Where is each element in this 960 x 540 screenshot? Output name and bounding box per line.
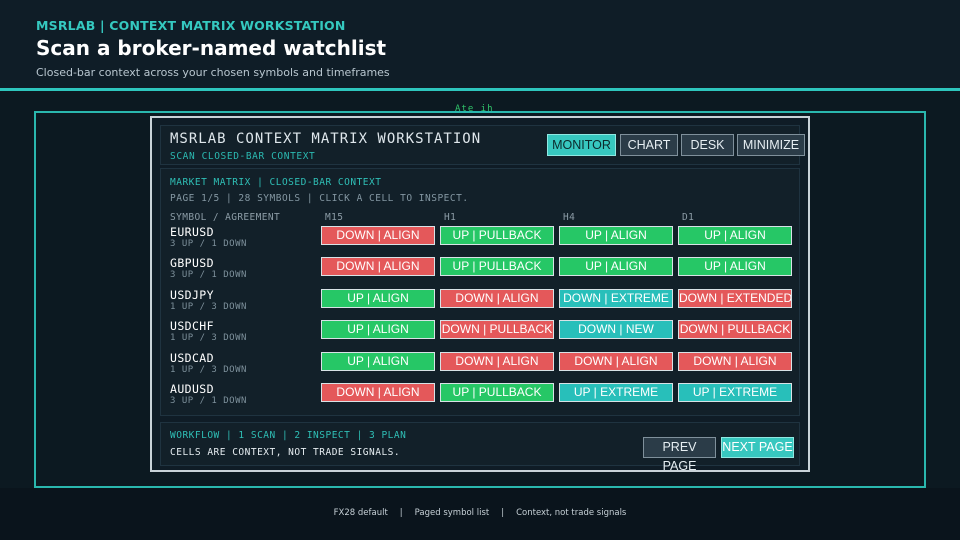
symbol-name: GBPUSD	[170, 256, 214, 271]
matrix-cell[interactable]: UP | ALIGN	[321, 288, 435, 308]
column-header-h1: H1	[444, 212, 457, 223]
matrix-cell[interactable]: UP | PULLBACK	[440, 383, 554, 402]
column-header-m15: M15	[325, 212, 344, 223]
matrix-cell[interactable]: UP | ALIGN	[559, 257, 673, 277]
symbol-name: AUDUSD	[170, 382, 214, 396]
symbol-agreement: 3 UP / 1 DOWN	[170, 270, 247, 281]
matrix-cell[interactable]: DOWN | ALIGN	[321, 226, 435, 245]
caption-item: FX28 default	[333, 508, 388, 518]
desk-button[interactable]: DESK	[681, 134, 734, 156]
slide-caption: FX28 default | Paged symbol list | Context, …	[333, 508, 627, 518]
matrix-cell[interactable]: DOWN | NEW	[559, 320, 673, 340]
matrix-page-info: PAGE 1/5 | 28 SYMBOLS | CLICK A CELL TO …	[170, 193, 469, 204]
matrix-cell[interactable]: DOWN | ALIGN	[559, 351, 673, 371]
app-titlebar: MSRLAB CONTEXT MATRIX WORKSTATION SCAN C…	[160, 125, 805, 165]
symbol-agreement: 1 UP / 3 DOWN	[170, 301, 247, 312]
matrix-heading: MARKET MATRIX | CLOSED-BAR CONTEXT	[170, 177, 382, 188]
slide-subtitle: Closed-bar context across your chosen sy…	[36, 66, 390, 79]
matrix-cell[interactable]: UP | EXTREME	[559, 383, 673, 402]
caption-item: Context, not trade signals	[516, 508, 627, 518]
market-matrix-panel: MARKET MATRIX | CLOSED-BAR CONTEXT PAGE …	[160, 168, 800, 416]
app-subtitle: SCAN CLOSED-BAR CONTEXT	[170, 151, 316, 162]
symbol-agreement: 3 UP / 1 DOWN	[170, 396, 247, 406]
matrix-cell[interactable]: UP | ALIGN	[678, 257, 792, 277]
matrix-cell[interactable]: UP | ALIGN	[559, 226, 673, 245]
caption-item: Paged symbol list	[414, 508, 490, 518]
column-header-d1: D1	[682, 212, 695, 223]
matrix-cell[interactable]: DOWN | EXTENDED	[678, 288, 792, 308]
ticker-text: Ate ih	[455, 104, 494, 114]
matrix-cell[interactable]: UP | ALIGN	[321, 320, 435, 340]
matrix-cell[interactable]: UP | ALIGN	[321, 351, 435, 371]
symbol-column-header: SYMBOL / AGREEMENT	[170, 212, 281, 223]
symbol-name: EURUSD	[170, 225, 214, 239]
matrix-cell[interactable]: DOWN | PULLBACK	[678, 320, 792, 340]
column-header-h4: H4	[563, 212, 576, 223]
matrix-cell[interactable]: DOWN | ALIGN	[440, 288, 554, 308]
symbol-name: USDCHF	[170, 319, 214, 334]
app-window: MSRLAB CONTEXT MATRIX WORKSTATION SCAN C…	[150, 116, 810, 473]
matrix-cell[interactable]: UP | PULLBACK	[440, 257, 554, 277]
minimize-button[interactable]: MINIMIZE	[737, 134, 805, 156]
chart-button[interactable]: CHART	[620, 134, 678, 156]
matrix-cell[interactable]: UP | PULLBACK	[440, 226, 554, 245]
symbol-name: USDCAD	[170, 350, 214, 365]
slide-title: Scan a broker-named watchlist	[36, 36, 387, 60]
app-name: MSRLAB CONTEXT MATRIX WORKSTATION	[170, 131, 482, 147]
matrix-cell[interactable]: DOWN | ALIGN	[440, 351, 554, 371]
symbol-name: USDJPY	[170, 287, 214, 302]
matrix-cell[interactable]: DOWN | ALIGN	[321, 257, 435, 277]
workflow-steps: WORKFLOW | 1 SCAN | 2 INSPECT | 3 PLAN	[170, 430, 407, 441]
matrix-cell[interactable]: DOWN | ALIGN	[678, 351, 792, 371]
prev-page-button[interactable]: PREV PAGE	[643, 437, 716, 473]
workflow-footer: WORKFLOW | 1 SCAN | 2 INSPECT | 3 PLAN C…	[160, 422, 800, 473]
matrix-cell[interactable]: DOWN | EXTREME	[559, 288, 673, 308]
slide-brand: MSRLAB | CONTEXT MATRIX WORKSTATION	[36, 18, 346, 33]
matrix-cell[interactable]: UP | EXTREME	[678, 383, 792, 402]
symbol-agreement: 1 UP / 3 DOWN	[170, 333, 247, 344]
symbol-agreement: 1 UP / 3 DOWN	[170, 364, 247, 375]
next-page-button[interactable]: NEXT PAGE	[721, 437, 794, 458]
matrix-cell[interactable]: DOWN | ALIGN	[321, 383, 435, 402]
symbol-agreement: 3 UP / 1 DOWN	[170, 239, 247, 249]
slide-header: MSRLAB | CONTEXT MATRIX WORKSTATION Scan…	[0, 0, 960, 88]
matrix-cell[interactable]: DOWN | PULLBACK	[440, 320, 554, 340]
monitor-button[interactable]: MONITOR	[547, 134, 616, 156]
context-disclaimer: CELLS ARE CONTEXT, NOT TRADE SIGNALS.	[170, 447, 401, 458]
matrix-cell[interactable]: UP | ALIGN	[678, 226, 792, 245]
